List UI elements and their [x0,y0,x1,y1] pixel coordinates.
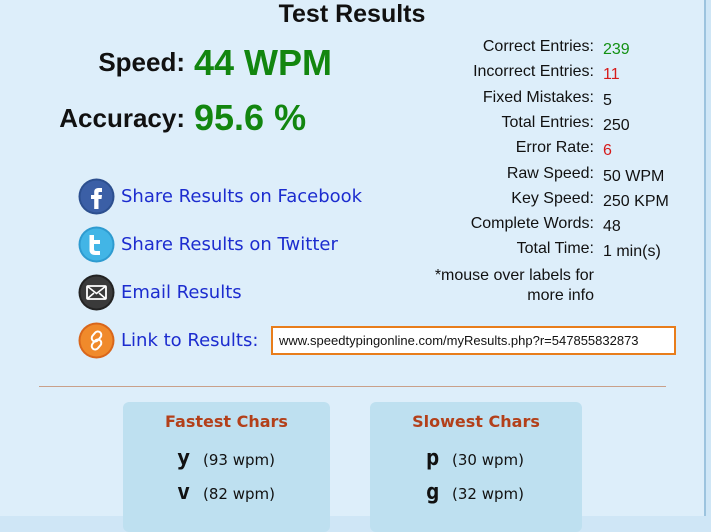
char-glyph: v [177,480,191,505]
divider [39,386,666,387]
email-results-link[interactable]: Email Results [121,282,242,303]
stat-label[interactable]: Fixed Mistakes: [483,89,594,107]
results-panel: Test Results Speed: 44 WPM Accuracy: 95.… [0,0,706,532]
char-speed: (93 wpm) [203,451,275,469]
results-url-field[interactable]: www.speedtypingonline.com/myResults.php?… [271,326,676,355]
slowest-char-row: p (30 wpm) [370,446,582,476]
stat-label[interactable]: Error Rate: [516,139,594,157]
char-speed: (82 wpm) [203,485,275,503]
share-twitter[interactable]: Share Results on Twitter [78,225,338,263]
stat-value: 1 min(s) [603,243,661,261]
stat-row: Correct Entries: 239 [400,38,700,63]
fastest-chars-title: Fastest Chars [165,412,288,431]
stat-value: 50 WPM [603,167,665,185]
stat-label[interactable]: Complete Words: [471,215,594,233]
slowest-chars-card: Slowest Chars p (30 wpm) g (32 wpm) [370,402,582,532]
stat-value: 6 [603,142,612,160]
share-facebook[interactable]: Share Results on Facebook [78,177,362,215]
share-twitter-link[interactable]: Share Results on Twitter [121,234,338,255]
stat-value: 250 KPM [603,192,669,210]
stat-row: Total Time: 1 min(s) [400,240,700,265]
stat-value: 48 [603,218,621,236]
link-icon[interactable] [78,322,115,359]
char-speed: (32 wpm) [452,485,524,503]
stat-label[interactable]: Correct Entries: [483,38,594,56]
stat-label[interactable]: Total Time: [517,240,594,258]
stat-value: 5 [603,91,612,109]
share-email[interactable]: Email Results [78,273,242,311]
fastest-char-row: y (93 wpm) [123,446,330,476]
stat-row: Key Speed: 250 KPM [400,190,700,215]
link-to-results-label: Link to Results: [121,329,259,351]
stat-label[interactable]: Incorrect Entries: [473,63,594,81]
char-glyph: y [177,446,191,471]
char-speed: (30 wpm) [452,451,524,469]
char-glyph: g [426,480,440,505]
accuracy-label: Accuracy: [59,103,185,133]
share-facebook-link[interactable]: Share Results on Facebook [121,186,362,207]
char-glyph: p [426,446,440,471]
stat-label[interactable]: Raw Speed: [507,165,594,183]
stat-row: Raw Speed: 50 WPM [400,165,700,190]
fastest-chars-card: Fastest Chars y (93 wpm) v (82 wpm) [123,402,330,532]
speed-label: Speed: [98,47,185,77]
note-line-1: *mouse over labels for [434,267,594,284]
stat-row: Error Rate: 6 [400,139,700,164]
slowest-chars-title: Slowest Chars [412,412,540,431]
stat-label[interactable]: Total Entries: [502,114,594,132]
mouse-over-note: *mouse over labels for more info [400,266,594,306]
slowest-char-row: g (32 wpm) [370,480,582,510]
stat-row: Fixed Mistakes: 5 [400,89,700,114]
page-title: Test Results [278,0,426,28]
facebook-icon[interactable] [78,178,115,215]
stat-value: 239 [603,41,630,58]
stat-row: Total Entries: 250 [400,114,700,139]
accuracy-value: 95.6 % [194,97,307,138]
fastest-char-row: v (82 wpm) [123,480,330,510]
stat-value: 250 [603,116,630,134]
stat-row: Incorrect Entries: 11 [400,63,700,88]
speed-value: 44 WPM [194,42,333,83]
note-line-2: more info [527,287,594,304]
twitter-icon[interactable] [78,226,115,263]
stat-row: Complete Words: 48 [400,215,700,240]
stat-value: 11 [603,66,620,84]
envelope-icon[interactable] [78,274,115,311]
share-link[interactable]: Link to Results: [78,321,258,359]
stat-label[interactable]: Key Speed: [511,190,594,208]
